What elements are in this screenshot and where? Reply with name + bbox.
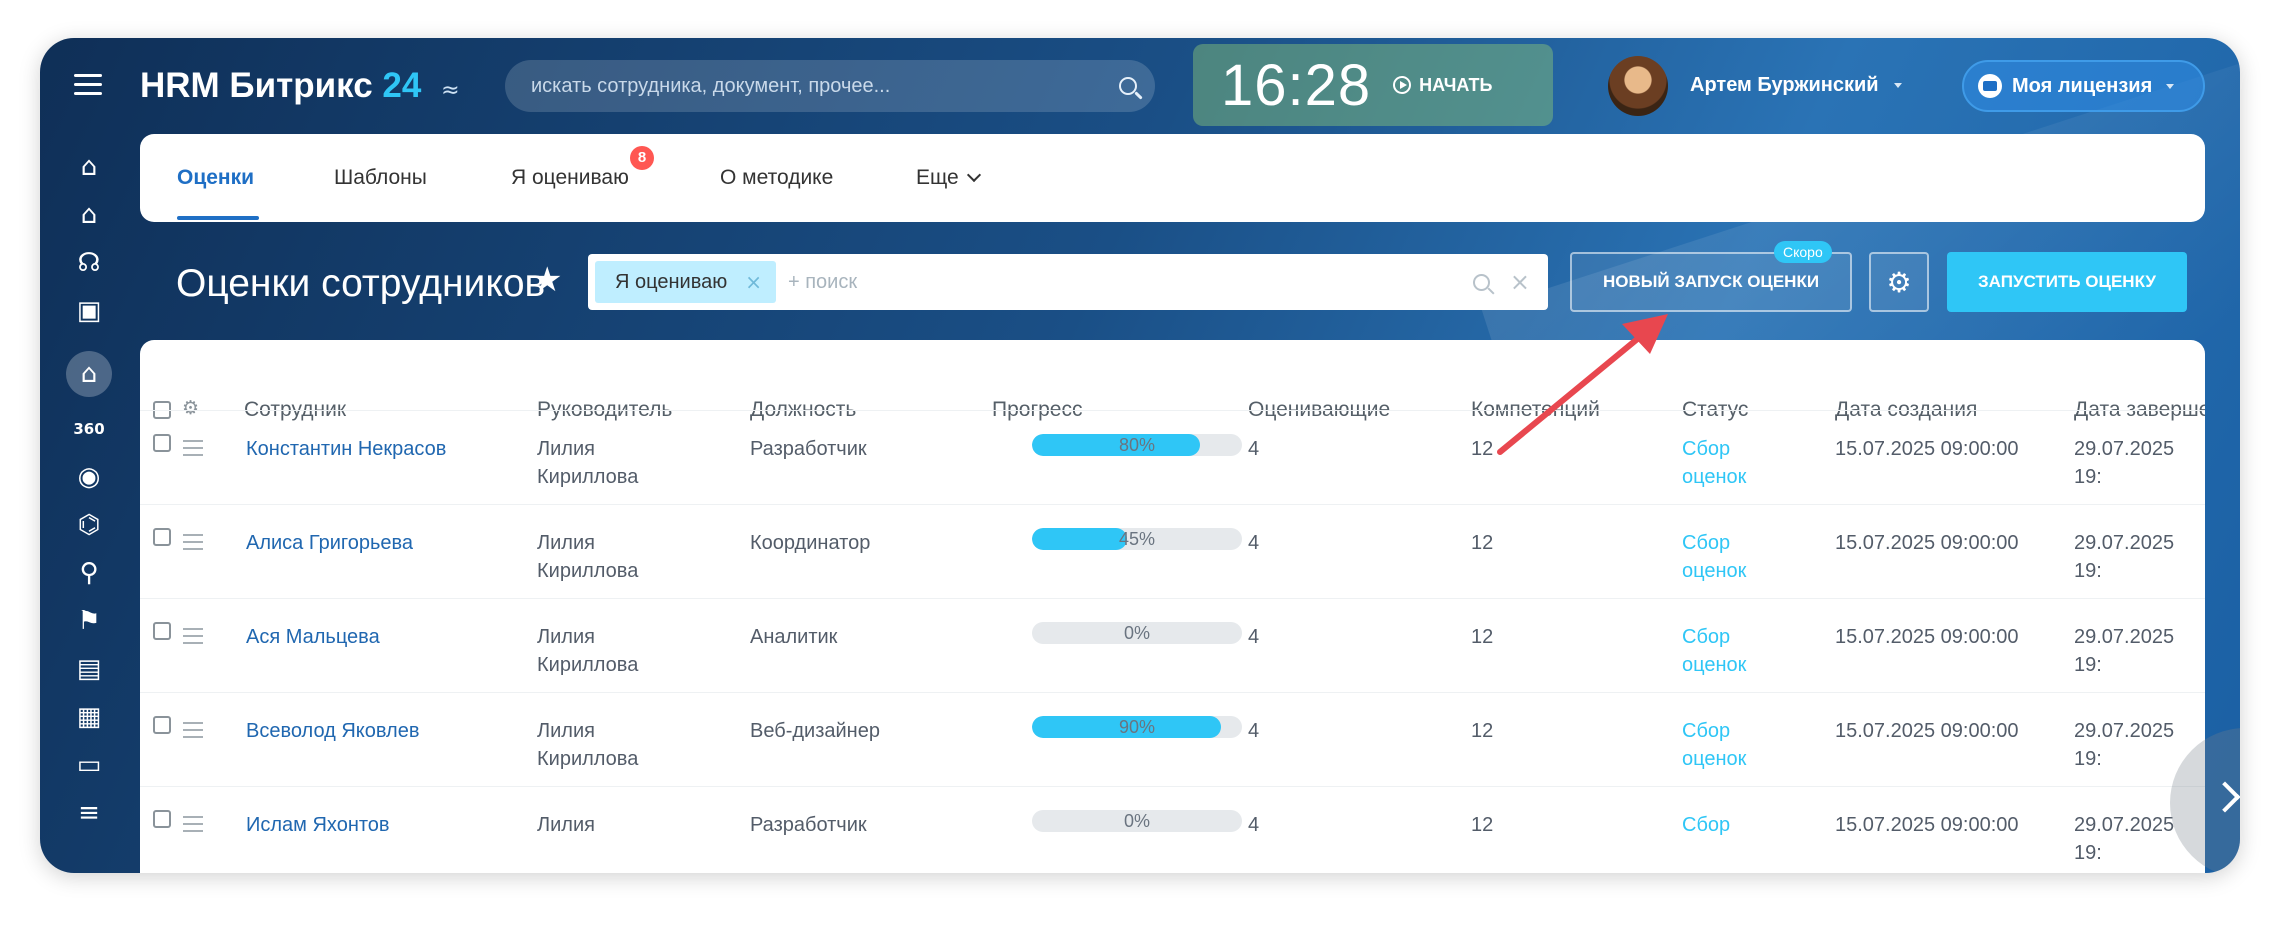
arrow-shaft [1497, 319, 1661, 455]
annotation-arrow [1497, 314, 1668, 455]
app-window: ⌂ ⌂ ☊ ▣ ⌂ 360 ◉ ⌬ ⚲ ⚑ ▤ ▦ ▭ ≡ HRM Битрик… [40, 38, 2240, 873]
